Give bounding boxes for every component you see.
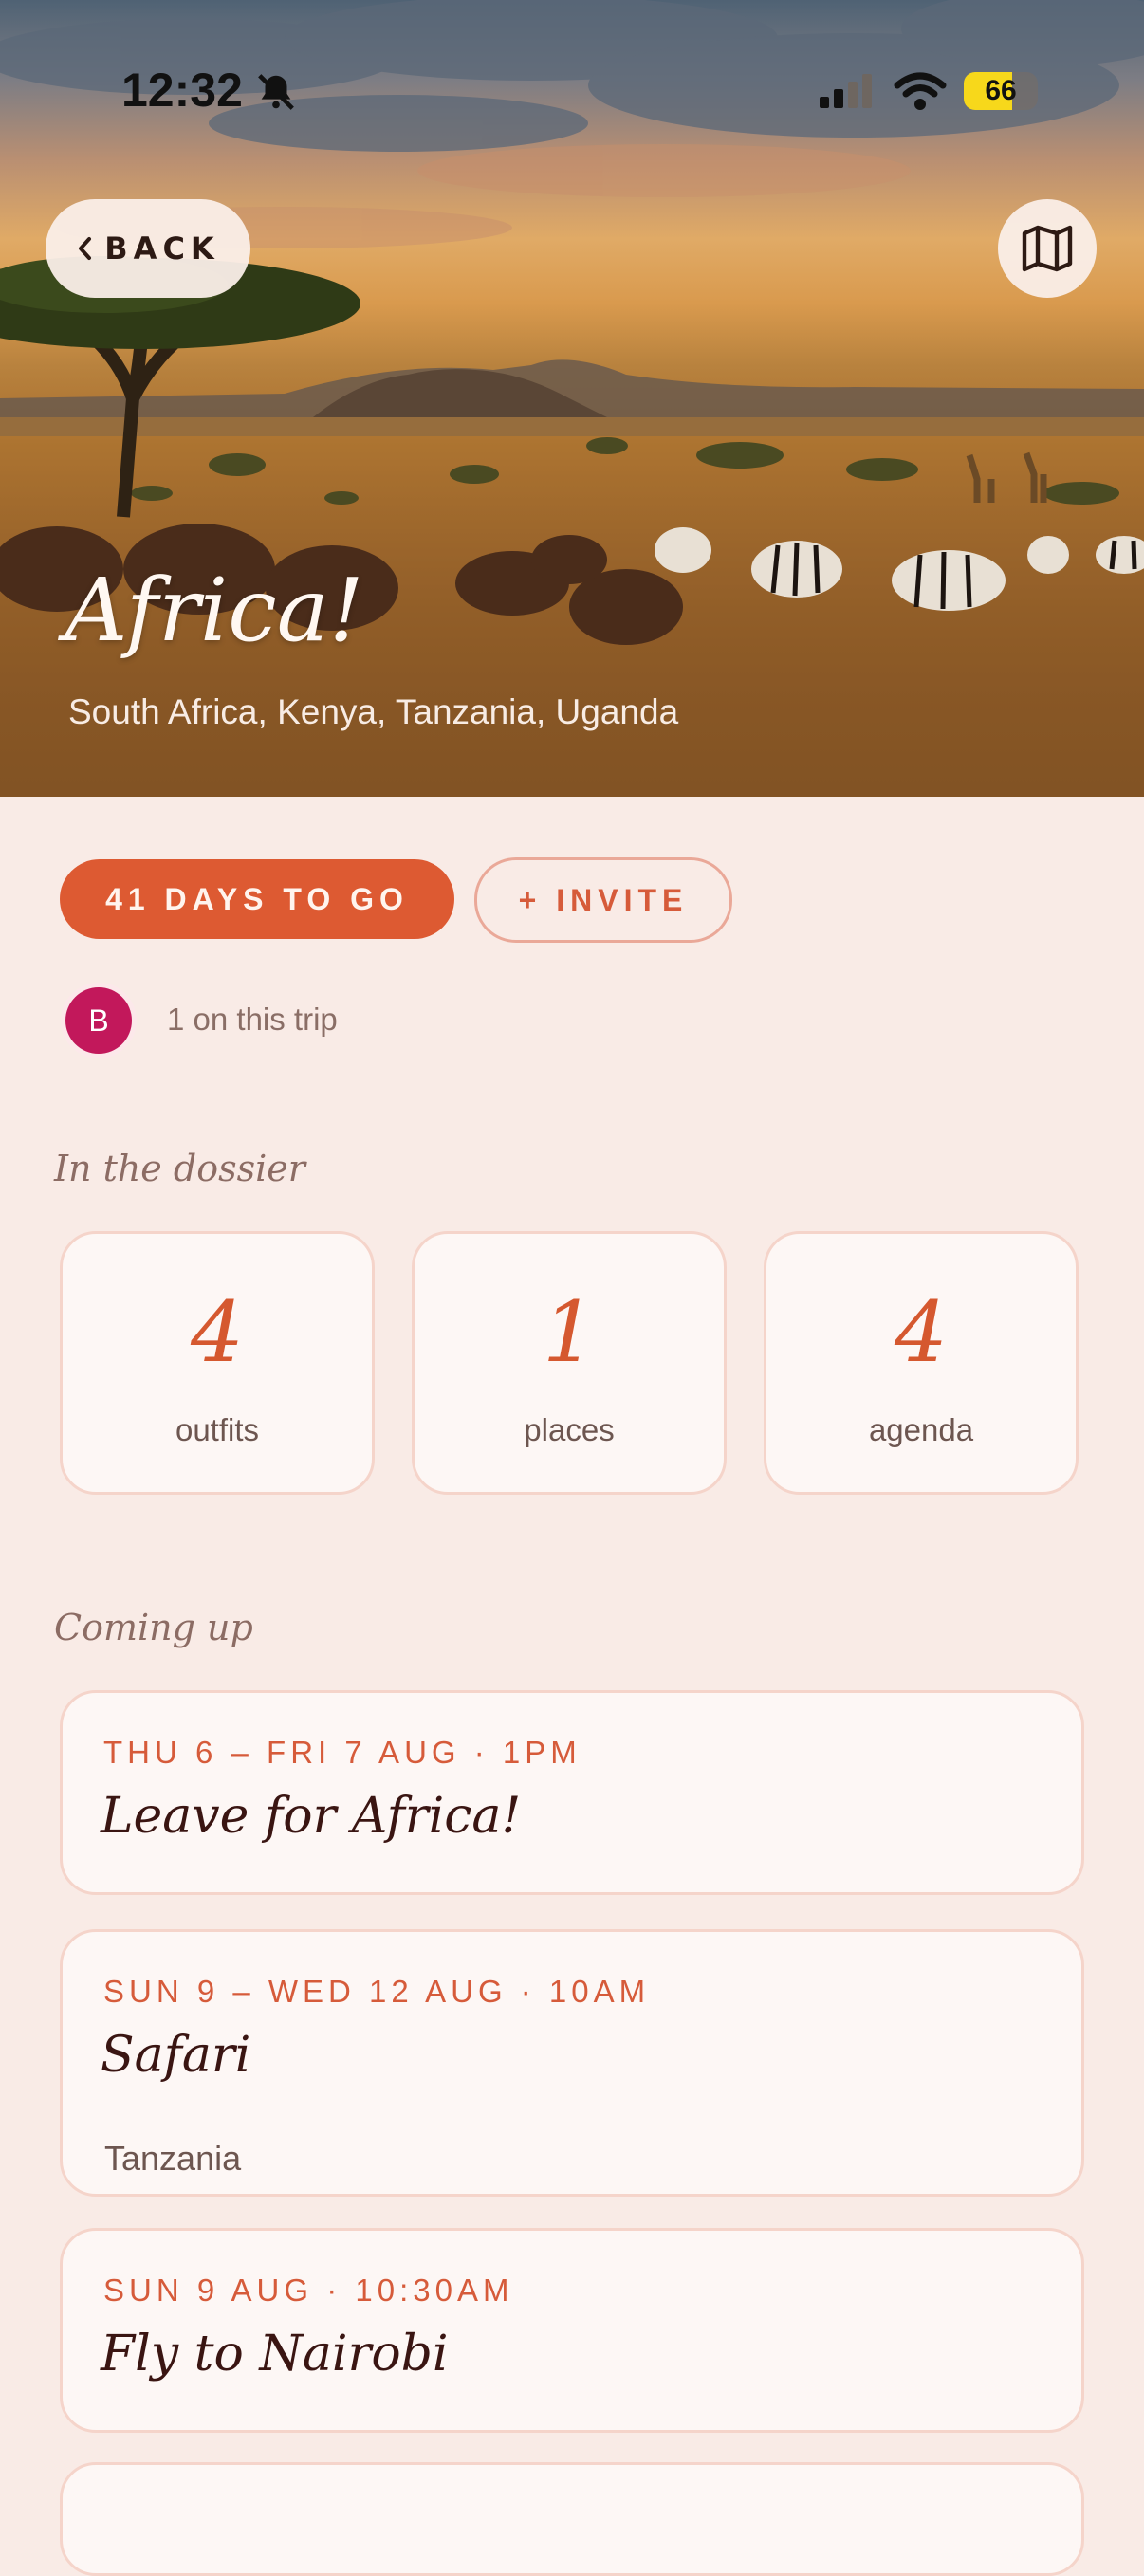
- status-bar: 12:32 66: [0, 61, 1144, 127]
- outfits-label: outfits: [175, 1412, 260, 1447]
- event-card[interactable]: THU 6 – FRI 7 AUG · 1PM Leave for Africa…: [60, 1690, 1084, 1895]
- traveler-count: 1 on this trip: [167, 1002, 338, 1037]
- wifi-icon: [894, 72, 947, 110]
- trip-countries: South Africa, Kenya, Tanzania, Uganda: [68, 692, 679, 731]
- outfits-count: 4: [191, 1283, 244, 1381]
- event-title: Fly to Nairobi: [101, 2326, 449, 2383]
- back-label: BACK: [104, 230, 220, 267]
- places-count: 1: [543, 1283, 596, 1381]
- map-icon: [1022, 225, 1073, 272]
- event-title: Leave for Africa!: [101, 1788, 522, 1845]
- coming-up-heading: Coming up: [54, 1607, 253, 1648]
- event-location: Tanzania: [104, 2139, 242, 2178]
- outfits-card[interactable]: 4 outfits: [60, 1231, 375, 1495]
- event-title: Safari: [101, 2027, 251, 2084]
- countdown-badge: 41 DAYS TO GO: [60, 859, 454, 939]
- back-button[interactable]: BACK: [46, 199, 250, 298]
- invite-button[interactable]: + INVITE: [474, 857, 732, 943]
- event-date: SUN 9 AUG · 10:30AM: [103, 2272, 514, 2308]
- chevron-left-icon: [79, 237, 92, 260]
- avatar[interactable]: B: [61, 983, 137, 1058]
- places-card[interactable]: 1 places: [412, 1231, 727, 1495]
- avatar-initial: B: [65, 987, 132, 1054]
- agenda-card[interactable]: 4 agenda: [764, 1231, 1079, 1495]
- map-button[interactable]: [998, 199, 1097, 298]
- trip-title: Africa!: [65, 560, 364, 661]
- cellular-signal-icon: [820, 74, 872, 108]
- dossier-heading: In the dossier: [54, 1148, 305, 1189]
- event-date: SUN 9 – WED 12 AUG · 10AM: [103, 1974, 651, 2009]
- battery-percentage: 66: [985, 75, 1017, 106]
- event-card[interactable]: SUN 9 – WED 12 AUG · 10AM Safari Tanzani…: [60, 1929, 1084, 2197]
- clock-time: 12:32: [121, 64, 243, 117]
- event-card[interactable]: SUN 9 AUG · 10:30AM Fly to Nairobi: [60, 2228, 1084, 2433]
- agenda-label: agenda: [868, 1412, 974, 1447]
- places-label: places: [524, 1412, 615, 1447]
- event-date: THU 6 – FRI 7 AUG · 1PM: [103, 1735, 581, 1770]
- event-card-partial[interactable]: [60, 2462, 1084, 2576]
- bell-slash-icon: [258, 74, 294, 110]
- agenda-count: 4: [895, 1283, 948, 1381]
- battery-indicator: 66: [964, 72, 1038, 110]
- hero-image: 12:32 66 BACK Africa! South Africa, Keny…: [0, 0, 1144, 797]
